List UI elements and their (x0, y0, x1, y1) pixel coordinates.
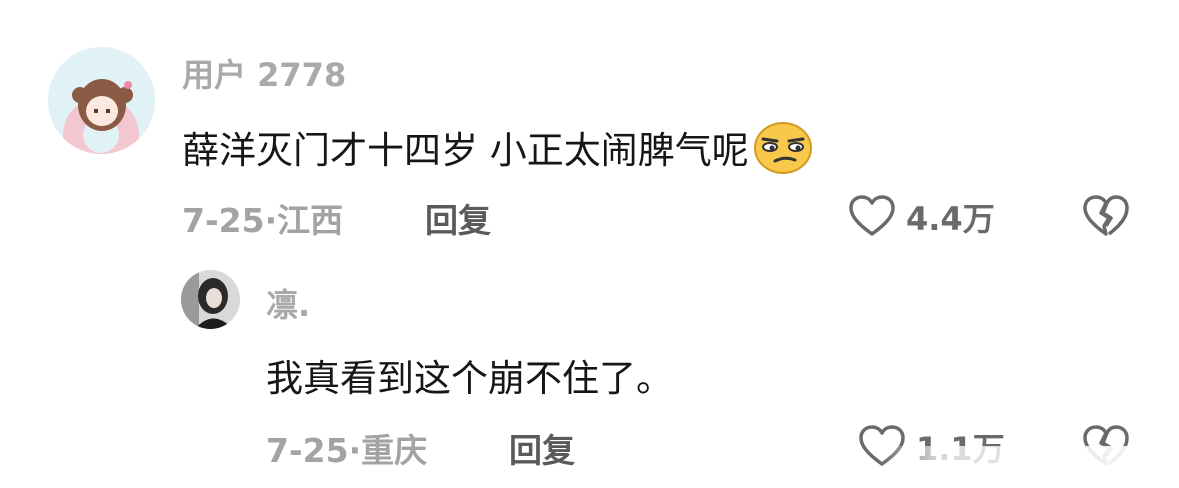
comment-meta: 7-25·江西 (182, 194, 343, 242)
dislike-button[interactable] (1082, 194, 1130, 238)
comment-username[interactable]: 用户 2778 (182, 50, 346, 96)
reply-reply-button[interactable]: 回复 (509, 424, 575, 472)
comment-date: 7-25· (182, 201, 278, 240)
like-count: 4.4万 (906, 200, 995, 238)
smirk-emoji-icon (753, 122, 813, 183)
reply-date: 7-25· (266, 431, 362, 470)
reply-text: 我真看到这个崩不住了。 (266, 357, 673, 400)
watermark-overlay (880, 446, 1179, 488)
broken-heart-icon (1082, 195, 1130, 242)
reply-button[interactable]: 回复 (425, 194, 491, 242)
comment-text: 薛洋灭门才十四岁 小正太闹脾气呢 (182, 120, 813, 183)
avatar[interactable] (48, 47, 155, 154)
comment-location: 江西 (277, 201, 344, 240)
reply-meta: 7-25·重庆 (266, 424, 427, 472)
reply-avatar[interactable] (181, 270, 240, 329)
comment-text-content: 薛洋灭门才十四岁 小正太闹脾气呢 (182, 129, 749, 172)
avatar-image (48, 47, 155, 154)
heart-icon (848, 194, 896, 242)
reply-avatar-image (181, 270, 240, 329)
reply-location: 重庆 (361, 431, 428, 470)
reply-username[interactable]: 凛. (266, 280, 310, 326)
